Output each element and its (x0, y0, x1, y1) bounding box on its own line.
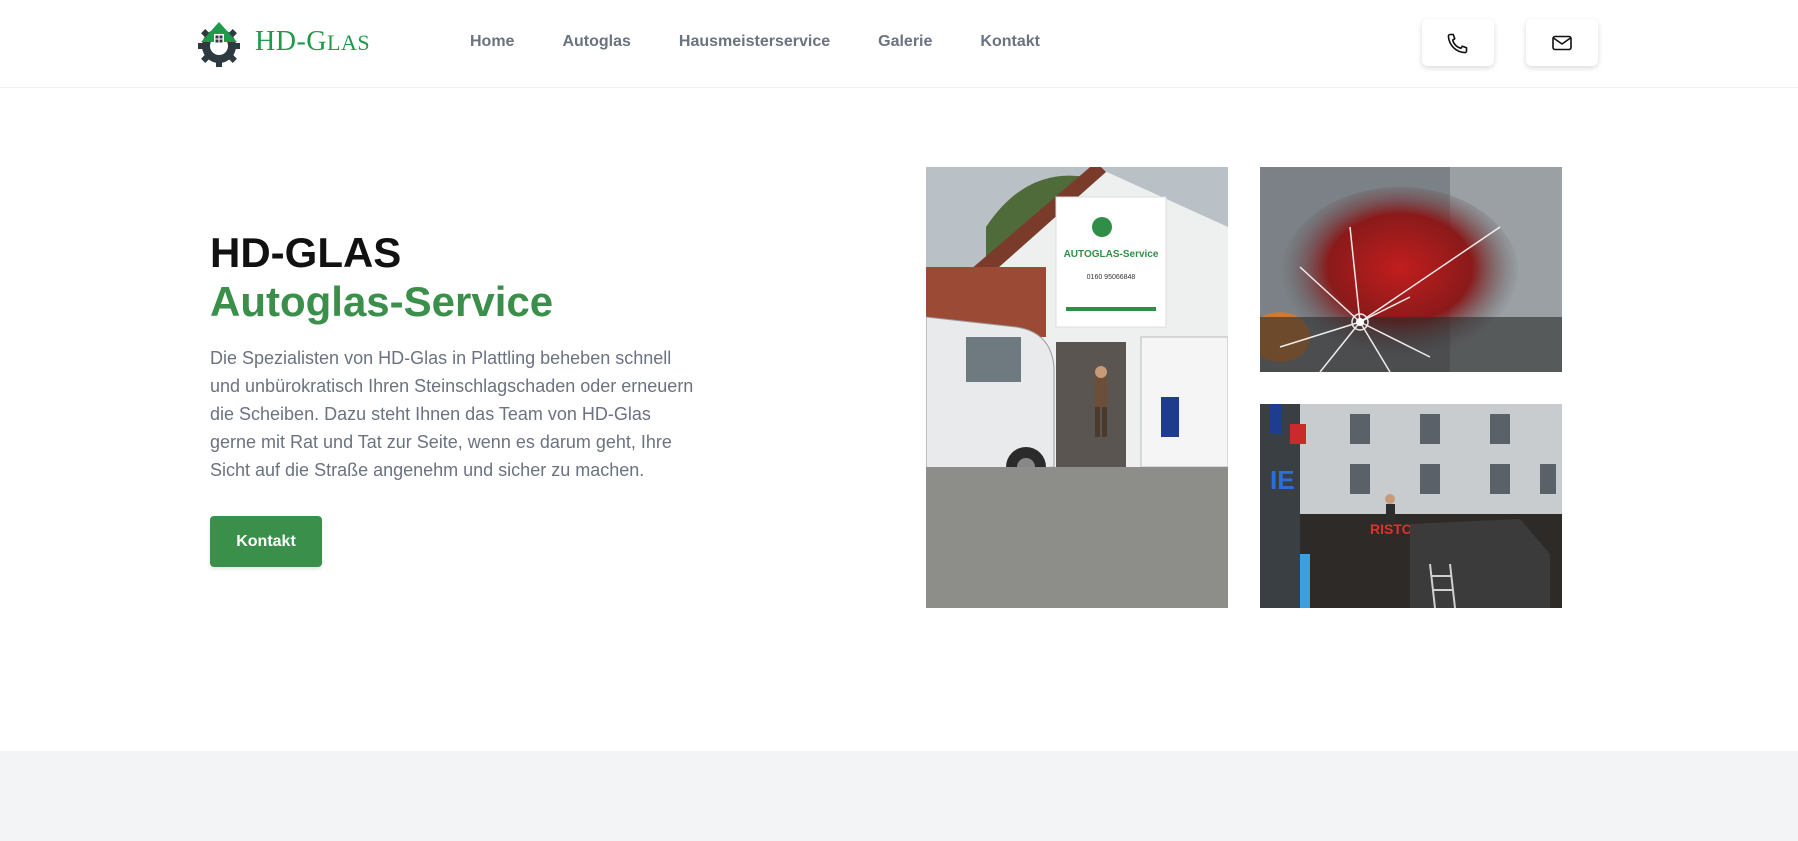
nav-autoglas[interactable]: Autoglas (562, 30, 630, 54)
nav-kontakt[interactable]: Kontakt (980, 30, 1040, 54)
sign-phone: 0160 95066848 (1087, 274, 1136, 281)
logo-link[interactable]: HD-GLAS (193, 16, 370, 68)
phone-button[interactable] (1422, 19, 1494, 66)
nav-hausmeisterservice[interactable]: Hausmeisterservice (679, 30, 830, 54)
brand-name: HD-GLAS (255, 26, 371, 57)
sign-title: AUTOGLAS-Service (1064, 249, 1159, 260)
hero-subtitle: Autoglas-Service (210, 278, 554, 325)
hero-description: Die Spezialisten von HD-Glas in Plattlin… (210, 348, 694, 480)
gear-house-logo-icon (198, 22, 240, 67)
main-nav: Home Autoglas Hausmeisterservice Galerie… (470, 30, 1088, 54)
mail-button[interactable] (1526, 19, 1598, 66)
contact-button[interactable]: Kontakt (210, 516, 322, 567)
site-header: HD-GLAS Home Autoglas Hausmeisterservice… (0, 0, 1798, 88)
mail-icon (1552, 35, 1572, 50)
nav-home[interactable]: Home (470, 30, 514, 54)
svg-text:IE: IE (1270, 465, 1295, 495)
nav-galerie[interactable]: Galerie (878, 30, 932, 54)
workshop-photo: AUTOGLAS-Service 0160 95066848 (926, 167, 1228, 608)
hero-title: HD-GLAS (210, 229, 402, 276)
phone-icon (1447, 33, 1468, 53)
facade-installation-photo: IE RISTO (1260, 404, 1562, 608)
cracked-windshield-photo (1260, 167, 1562, 372)
section-divider-band (0, 751, 1798, 841)
